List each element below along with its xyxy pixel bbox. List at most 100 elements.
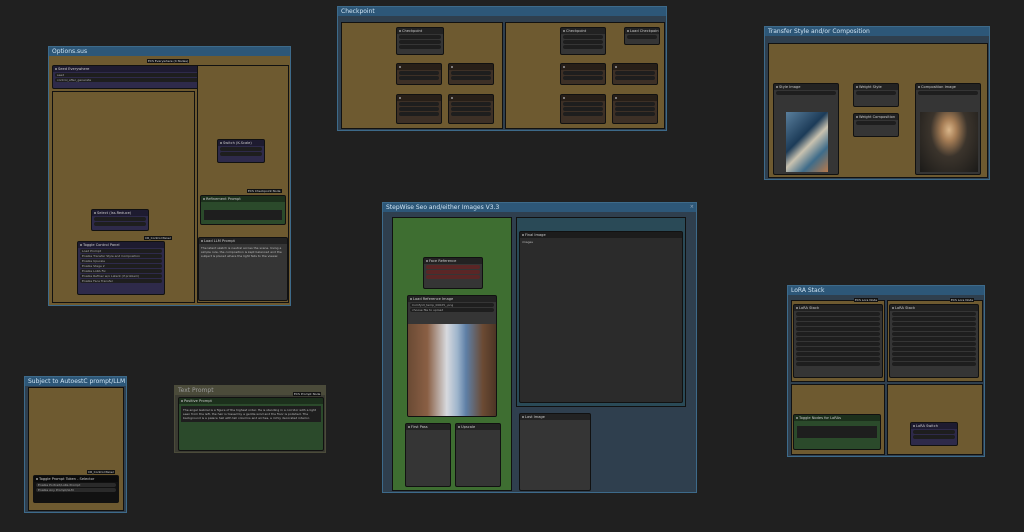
node-sampler-a3[interactable]	[396, 94, 442, 124]
sampler-widget-3[interactable]	[563, 112, 603, 116]
lora-a-row-11[interactable]	[796, 362, 880, 366]
node-lora-a[interactable]: LoRA Stack	[793, 304, 883, 378]
node-composition-image[interactable]: Composition Image	[915, 83, 981, 175]
lora-b-row-9[interactable]	[892, 352, 976, 356]
lora-toggle-body[interactable]	[797, 426, 877, 438]
lora-a-row-10[interactable]	[796, 357, 880, 361]
node-select[interactable]: Select (Iss.Reduce)	[91, 209, 149, 231]
lora-a-row-6[interactable]	[796, 337, 880, 341]
sampler-widget[interactable]	[399, 102, 439, 106]
node-sampler-b3[interactable]	[560, 94, 606, 124]
node-upscale[interactable]: Upscale	[455, 423, 501, 487]
node-lora-toggle[interactable]: Toggle Nodes for LoRAs	[793, 414, 881, 450]
toggle-item-6[interactable]: Enable Face Transfer	[80, 279, 162, 283]
lora-switch-widget-2[interactable]	[913, 435, 955, 439]
ckpt-widget-2[interactable]	[399, 40, 441, 44]
lora-b-row-6[interactable]	[892, 337, 976, 341]
lora-a-row-4[interactable]	[796, 327, 880, 331]
weight-comp-widget[interactable]	[856, 121, 896, 125]
node-toggle-prompt[interactable]: Toggle Prompt Token - Selector Enable Po…	[33, 475, 119, 503]
node-weight-comp[interactable]: Weight Composition	[853, 113, 899, 137]
node-last-image[interactable]: Last Image	[519, 413, 591, 491]
sampler-widget[interactable]	[563, 71, 603, 75]
sampler-widget-2[interactable]	[399, 76, 439, 80]
face-widget-2[interactable]	[426, 270, 480, 274]
vae-widget[interactable]	[220, 147, 262, 151]
node-style-image[interactable]: Style Image	[773, 83, 839, 175]
lora-b-row-5[interactable]	[892, 332, 976, 336]
sampler-widget[interactable]	[563, 102, 603, 106]
lora-b-row-4[interactable]	[892, 327, 976, 331]
group-lora[interactable]: LoRA Stack LoRA Stack LoRA Stack ECS Lor…	[787, 285, 985, 457]
node-positive-prompt[interactable]: Positive Prompt The angel Gabriel is a f…	[178, 397, 324, 451]
prompt-text[interactable]: The angel Gabriel is a figure of the hig…	[181, 406, 321, 422]
node-vae-switch[interactable]: Switch (K-Scale)	[217, 139, 265, 163]
toggle-item-0[interactable]: Load Prompt	[80, 249, 162, 253]
lora-a-row-2[interactable]	[796, 317, 880, 321]
select-widget-2[interactable]	[94, 222, 146, 226]
lora-switch-widget[interactable]	[913, 430, 955, 434]
lora-a-row-5[interactable]	[796, 332, 880, 336]
sampler-widget-3[interactable]	[615, 112, 655, 116]
lora-a-row-1[interactable]	[796, 312, 880, 316]
sampler-widget-3[interactable]	[451, 112, 491, 116]
node-first-pass[interactable]: First Pass	[405, 423, 451, 487]
refinement-text-area[interactable]	[204, 210, 282, 220]
node-sampler-b1[interactable]	[560, 63, 606, 85]
sampler-widget-2[interactable]	[615, 76, 655, 80]
node-refinement-prompt[interactable]: Refinement Prompt	[200, 195, 286, 225]
lora-a-row-3[interactable]	[796, 322, 880, 326]
toggle-prompt-item-1[interactable]: Enable Any Prompt/LLM	[36, 488, 116, 492]
node-face-reference[interactable]: Face Reference	[423, 257, 483, 289]
toggle-item-3[interactable]: Enable Stage 2	[80, 264, 162, 268]
sampler-widget-2[interactable]	[451, 107, 491, 111]
group-prompt[interactable]: Text Prompt Positive Prompt The angel Ga…	[174, 385, 326, 453]
group-subject[interactable]: Subject to AutoestC prompt/LLM Toggle Pr…	[24, 376, 127, 513]
node-sampler-b4[interactable]	[612, 94, 658, 124]
group-transfer[interactable]: Transfer Style and/or Composition Style …	[764, 26, 990, 180]
node-ckpt-a[interactable]: Checkpoint	[396, 27, 444, 55]
node-final-image[interactable]: Final Image images	[519, 231, 683, 403]
sampler-widget[interactable]	[399, 71, 439, 75]
node-sampler-a1[interactable]	[396, 63, 442, 85]
toggle-item-5[interactable]: Enable Refiner w/o Latent (if problem)	[80, 274, 162, 278]
sampler-widget-2[interactable]	[563, 76, 603, 80]
sampler-widget-2[interactable]	[563, 107, 603, 111]
group-options[interactable]: Options.sus Seed Everywhere seed control…	[48, 46, 291, 306]
lora-b-row-7[interactable]	[892, 342, 976, 346]
sampler-widget[interactable]	[451, 71, 491, 75]
group-checkpoints[interactable]: Checkpoint Checkpoint Checkpoint Load Ch…	[337, 6, 667, 131]
node-ckpt-c[interactable]: Load Checkpoint	[624, 27, 660, 45]
ckpt-widget-2[interactable]	[563, 40, 603, 44]
toggle-item-1[interactable]: Enable Transfer Style and Composition	[80, 254, 162, 258]
weight-style-widget[interactable]	[856, 91, 896, 95]
sampler-widget[interactable]	[451, 102, 491, 106]
toggle-item-4[interactable]: Enable LoRA Fix	[80, 269, 162, 273]
toggle-prompt-item-0[interactable]: Enable Portrait/LoRa Prompt	[36, 483, 116, 487]
toggle-item-2[interactable]: Enable Upscale	[80, 259, 162, 263]
sampler-widget[interactable]	[615, 71, 655, 75]
node-toggle-control[interactable]: Toggle Control Panel Load Prompt Enable …	[77, 241, 165, 295]
sampler-widget-2[interactable]	[451, 76, 491, 80]
group-stepwise[interactable]: StepWise Seo and/either Images V3.3 × Fa…	[382, 202, 697, 493]
node-sampler-b2[interactable]	[612, 63, 658, 85]
lora-a-row-8[interactable]	[796, 347, 880, 351]
ckpt-widget[interactable]	[399, 35, 441, 39]
lora-b-row-11[interactable]	[892, 362, 976, 366]
node-llm-prompt[interactable]: Load LLM Prompt The latent sketch is neu…	[198, 237, 288, 301]
lora-b-row-3[interactable]	[892, 322, 976, 326]
ckpt-widget-3[interactable]	[399, 45, 441, 49]
vae-widget-2[interactable]	[220, 152, 262, 156]
style-file-widget[interactable]	[776, 91, 836, 95]
lora-a-row-7[interactable]	[796, 342, 880, 346]
lora-a-row-9[interactable]	[796, 352, 880, 356]
choose-file-button[interactable]: choose file to upload	[410, 308, 494, 312]
face-widget-3[interactable]	[426, 275, 480, 279]
face-widget[interactable]	[426, 265, 480, 269]
select-widget[interactable]	[94, 217, 146, 221]
comp-file-widget[interactable]	[918, 91, 978, 95]
ckpt-c-widget[interactable]	[627, 35, 657, 39]
close-icon[interactable]: ×	[690, 204, 694, 210]
sampler-widget[interactable]	[615, 102, 655, 106]
node-sampler-a4[interactable]	[448, 94, 494, 124]
